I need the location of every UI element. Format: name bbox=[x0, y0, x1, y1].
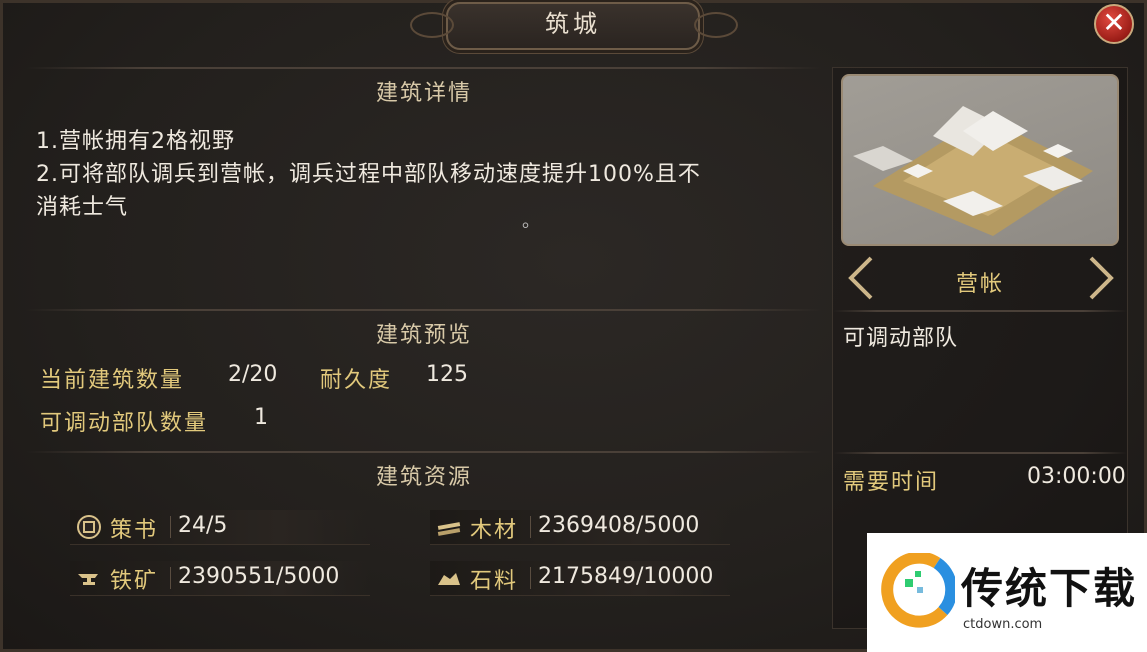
close-button[interactable]: ✕ bbox=[1094, 4, 1134, 44]
resource-value: 24/5 bbox=[178, 513, 228, 538]
preview-title: 建筑预览 bbox=[375, 323, 472, 348]
separator bbox=[530, 516, 531, 538]
camp-illustration bbox=[853, 106, 1093, 236]
detail-line-1: 1.营帐拥有2格视野 bbox=[36, 129, 235, 154]
watermark-url: ctdown.com bbox=[963, 617, 1043, 632]
count-value: 2/20 bbox=[228, 362, 278, 387]
details-title: 建筑详情 bbox=[375, 81, 472, 106]
resource-value: 2175849/10000 bbox=[538, 564, 714, 589]
wood-icon bbox=[437, 522, 461, 536]
resource-value: 2369408/5000 bbox=[538, 513, 700, 538]
resource-row: 石料 2175849/10000 bbox=[430, 561, 730, 596]
divider bbox=[833, 310, 1127, 312]
troops-value: 1 bbox=[254, 405, 268, 430]
detail-line-2: 2.可将部队调兵到营帐，调兵过程中部队移动速度提升100%且不 bbox=[36, 162, 701, 187]
left-panel: 建筑详情 1.营帐拥有2格视野 2.可将部队调兵到营帐，调兵过程中部队移动速度提… bbox=[26, 67, 822, 627]
divider bbox=[833, 452, 1127, 454]
count-label: 当前建筑数量 bbox=[40, 368, 185, 393]
resource-value: 2390551/5000 bbox=[178, 564, 340, 589]
divider bbox=[26, 309, 822, 311]
stray-mark: 。 bbox=[522, 211, 541, 232]
resource-name: 石料 bbox=[470, 569, 519, 594]
separator bbox=[170, 567, 171, 589]
watermark-text: 传统下载 bbox=[961, 564, 1138, 613]
resource-row: 铁矿 2390551/5000 bbox=[70, 561, 370, 596]
window-title: 筑城 bbox=[446, 2, 700, 50]
watermark: 传统下载 ctdown.com bbox=[867, 533, 1147, 652]
troops-label: 可调动部队数量 bbox=[40, 411, 209, 436]
time-value: 03:00:00 bbox=[1027, 464, 1126, 489]
durability-value: 125 bbox=[426, 362, 468, 387]
time-label: 需要时间 bbox=[843, 470, 940, 495]
divider bbox=[26, 451, 822, 453]
building-description: 可调动部队 bbox=[843, 326, 959, 351]
separator bbox=[170, 516, 171, 538]
stone-icon bbox=[438, 573, 460, 585]
iron-anvil-icon bbox=[78, 574, 98, 585]
resource-name: 铁矿 bbox=[110, 569, 159, 594]
resources-title: 建筑资源 bbox=[375, 465, 472, 490]
title-ornament-left bbox=[410, 12, 454, 38]
resource-name: 策书 bbox=[110, 518, 159, 543]
building-name: 营帐 bbox=[955, 272, 1004, 297]
watermark-logo-icon bbox=[881, 553, 955, 628]
next-arrow-icon[interactable] bbox=[1085, 256, 1115, 300]
resource-row: 木材 2369408/5000 bbox=[430, 510, 730, 545]
building-preview-image bbox=[841, 74, 1119, 246]
resource-row: 策书 24/5 bbox=[70, 510, 370, 545]
strategy-book-icon bbox=[77, 515, 101, 539]
resource-name: 木材 bbox=[470, 518, 519, 543]
title-ornament-right bbox=[694, 12, 738, 38]
durability-label: 耐久度 bbox=[320, 368, 393, 393]
divider bbox=[26, 67, 822, 69]
separator bbox=[530, 567, 531, 589]
detail-line-3: 消耗士气 bbox=[36, 195, 129, 220]
close-icon: ✕ bbox=[1102, 6, 1126, 39]
